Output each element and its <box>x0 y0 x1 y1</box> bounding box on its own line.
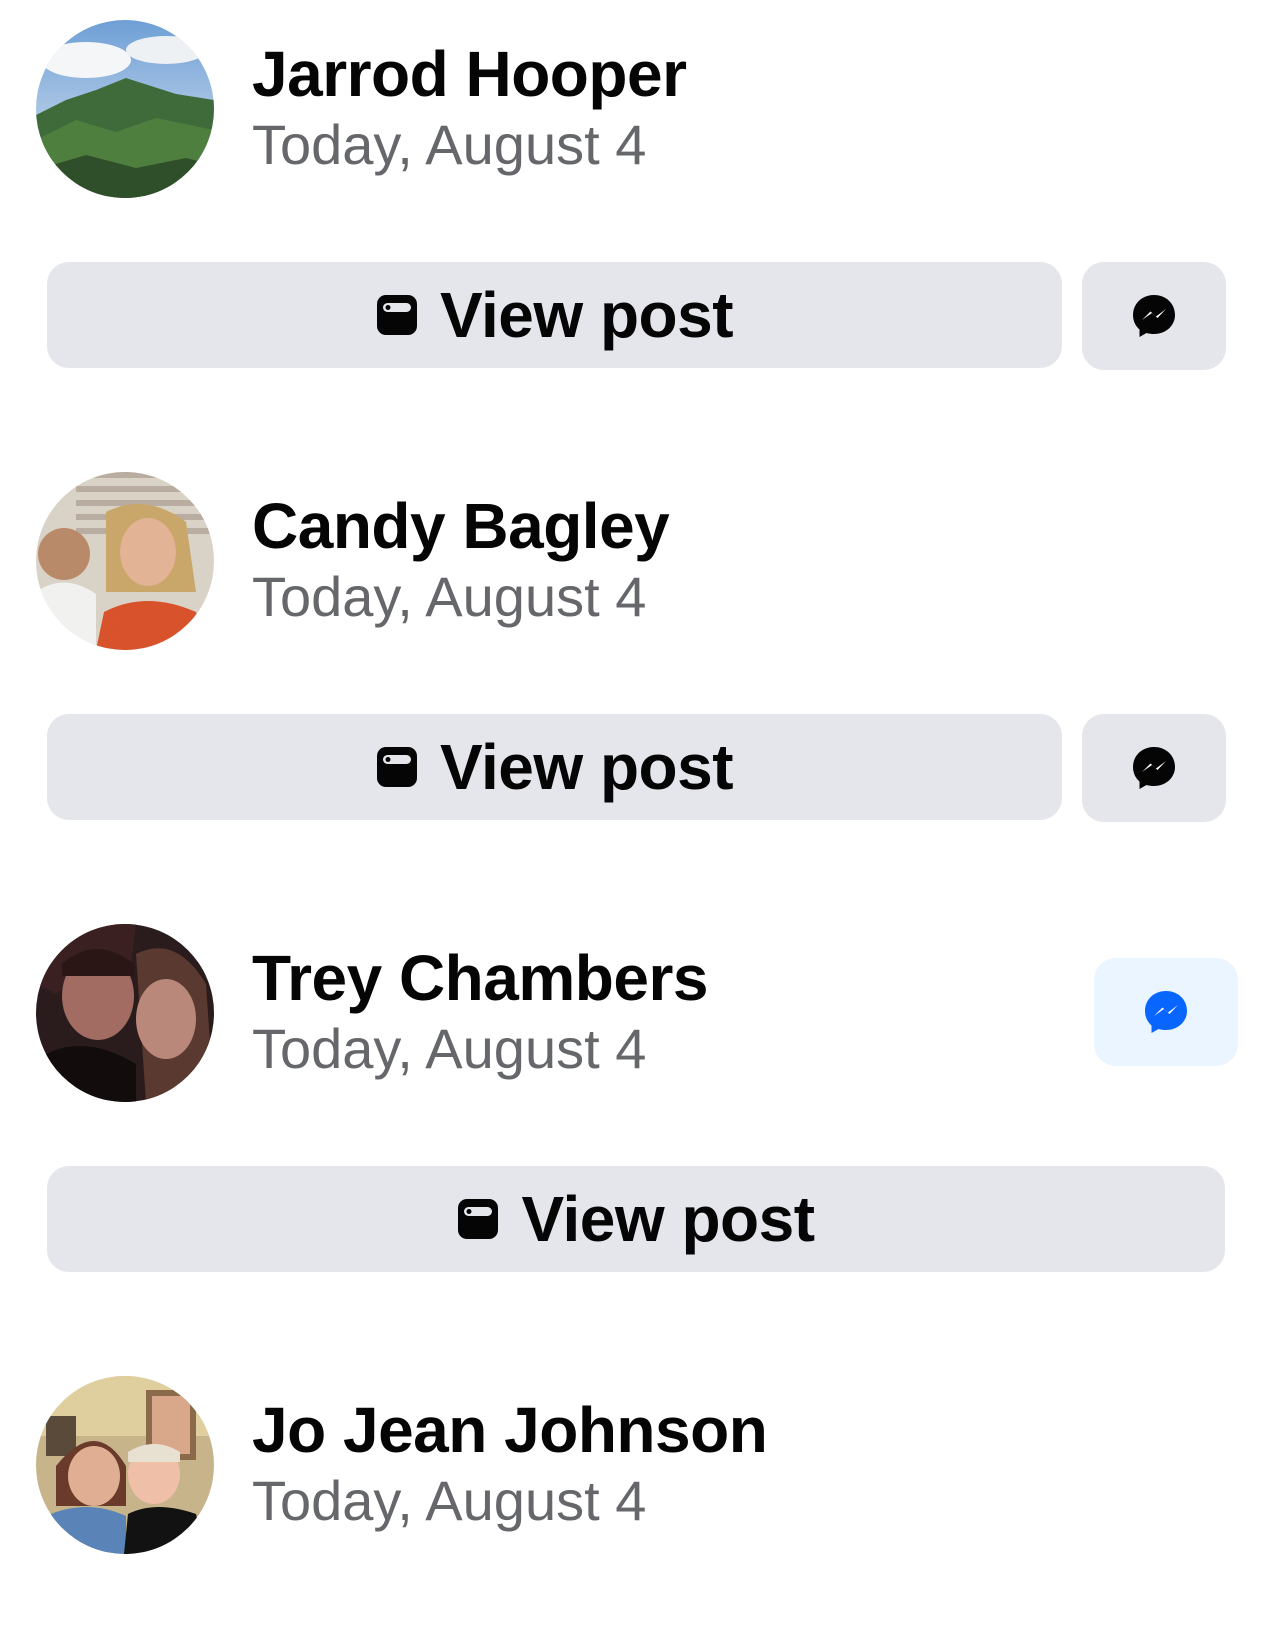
message-button[interactable] <box>1082 714 1226 822</box>
view-post-label: View post <box>439 731 734 803</box>
avatar[interactable] <box>36 472 214 650</box>
messenger-icon <box>1142 988 1190 1036</box>
message-button[interactable] <box>1082 262 1226 370</box>
post-date: Today, August 4 <box>252 565 647 628</box>
post-date: Today, August 4 <box>252 1469 647 1532</box>
post-date: Today, August 4 <box>252 1017 647 1080</box>
author-name[interactable]: Candy Bagley <box>252 488 670 564</box>
post-icon <box>376 294 418 336</box>
message-button[interactable] <box>1094 958 1238 1066</box>
messenger-icon <box>1130 744 1178 792</box>
author-name[interactable]: Jo Jean Johnson <box>252 1392 768 1468</box>
view-post-button[interactable]: View post <box>47 262 1062 368</box>
avatar[interactable] <box>36 1376 214 1554</box>
post-date: Today, August 4 <box>252 113 647 176</box>
messenger-icon <box>1130 292 1178 340</box>
avatar[interactable] <box>36 924 214 1102</box>
view-post-button[interactable]: View post <box>47 1166 1225 1272</box>
avatar-mountain-photo <box>36 20 214 198</box>
avatar-couple-photo <box>36 1376 214 1554</box>
author-name[interactable]: Jarrod Hooper <box>252 36 687 112</box>
view-post-label: View post <box>439 279 734 351</box>
view-post-label: View post <box>521 1183 815 1255</box>
author-name[interactable]: Trey Chambers <box>252 940 708 1016</box>
post-icon <box>457 1198 499 1240</box>
avatar[interactable] <box>36 20 214 198</box>
avatar-couple-photo <box>36 472 214 650</box>
post-icon <box>376 746 418 788</box>
view-post-button[interactable]: View post <box>47 714 1062 820</box>
avatar-selfie-photo <box>36 924 214 1102</box>
